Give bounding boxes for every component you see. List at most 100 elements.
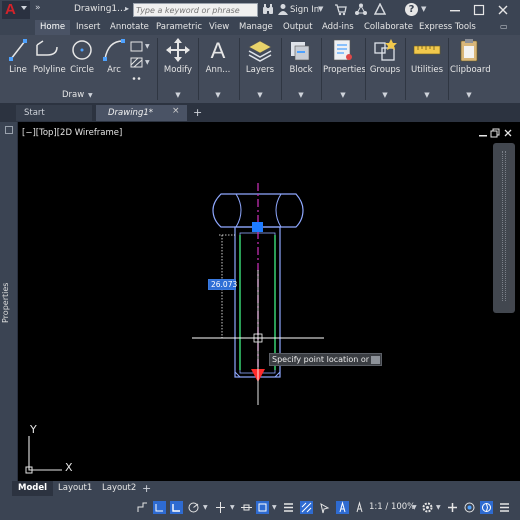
tab-layout1[interactable]: Layout1 — [52, 481, 98, 496]
help-icon[interactable]: ? — [405, 3, 418, 16]
viewport-controls-label[interactable]: [−][Top][2D Wireframe] — [22, 128, 122, 138]
binoculars-icon[interactable] — [262, 4, 274, 15]
chevron-down-icon[interactable]: ▼ — [436, 504, 441, 511]
tab-manage[interactable]: Manage — [234, 20, 278, 35]
dynamic-input-field[interactable]: 26.073 — [208, 279, 237, 290]
tab-model[interactable]: Model — [12, 481, 54, 496]
connect-icon[interactable] — [355, 3, 367, 16]
maximize-icon[interactable] — [472, 3, 486, 17]
lineweight-icon[interactable] — [282, 501, 295, 514]
snap-mode-icon[interactable] — [136, 501, 149, 514]
circle-icon — [72, 40, 92, 60]
tooltip-options-icon[interactable] — [371, 356, 380, 364]
annotation-scale-selector[interactable]: 1:1 / 100% — [369, 502, 415, 512]
text-icon: A — [211, 38, 226, 63]
nav-bar-grip[interactable] — [502, 151, 506, 301]
block-button[interactable]: Block ▼ — [283, 37, 319, 99]
title-expand-icon[interactable]: ▸ — [125, 4, 129, 13]
drawing-viewport[interactable] — [18, 122, 520, 481]
tab-collaborate[interactable]: Collaborate — [359, 20, 418, 35]
viewport-minimize-icon[interactable] — [478, 128, 488, 138]
tab-annotate[interactable]: Annotate — [105, 20, 154, 35]
isolate-objects-icon[interactable] — [463, 501, 476, 514]
measure-icon — [413, 45, 441, 55]
transparency-icon[interactable] — [300, 501, 313, 514]
autodesk-a360-icon[interactable] — [374, 3, 386, 16]
auto-scale-icon[interactable] — [353, 501, 366, 514]
modify-button[interactable]: Modify ▼ — [160, 37, 196, 99]
arc-tool-button[interactable]: Arc — [102, 37, 126, 75]
file-tab-start[interactable]: Start — [16, 105, 92, 121]
object-snap-tracking-icon[interactable] — [240, 501, 253, 514]
hardware-acceleration-icon[interactable] — [480, 501, 493, 514]
ribbon-minimize-icon[interactable]: ▭ — [500, 22, 512, 33]
polar-tracking-icon[interactable] — [187, 501, 200, 514]
object-snap-icon[interactable] — [256, 501, 269, 514]
annotation-button[interactable]: A Ann... ▼ — [200, 37, 236, 99]
application-menu-button[interactable]: A — [2, 1, 30, 19]
draw-panel-label[interactable]: Draw — [62, 90, 84, 100]
customization-icon[interactable] — [498, 501, 511, 514]
chevron-down-icon[interactable]: ▼ — [145, 59, 150, 66]
chevron-down-icon[interactable]: ▼ — [230, 504, 235, 511]
arc-icon — [103, 39, 125, 61]
clipboard-button[interactable]: Clipboard ▼ — [450, 37, 491, 99]
tab-add-ins[interactable]: Add-ins — [317, 20, 359, 35]
user-icon[interactable] — [278, 3, 288, 15]
palette-settings-icon[interactable] — [5, 126, 13, 134]
ortho-mode-icon[interactable] — [170, 501, 183, 514]
polyline-tool-button[interactable]: Polyline — [33, 37, 66, 75]
chevron-down-icon: ▼ — [424, 91, 430, 99]
groups-button[interactable]: Groups ▼ — [367, 37, 403, 99]
chevron-down-icon[interactable]: ▼ — [88, 92, 93, 99]
tab-view[interactable]: View — [204, 20, 234, 35]
tab-layout2[interactable]: Layout2 — [96, 481, 142, 496]
tab-parametric[interactable]: Parametric — [151, 20, 207, 35]
chevron-down-icon[interactable]: ▼ — [145, 43, 150, 50]
chevron-down-icon[interactable]: ▼ — [318, 5, 323, 13]
viewport-close-icon[interactable] — [503, 128, 513, 138]
rectangle-icon[interactable] — [130, 41, 143, 52]
quick-access-expand-icon[interactable]: » — [35, 3, 41, 13]
tab-express-tools[interactable]: Express Tools — [414, 20, 481, 35]
annotation-visibility-icon[interactable] — [336, 501, 349, 514]
add-icon[interactable] — [446, 501, 459, 514]
chevron-down-icon — [21, 6, 27, 10]
selection-cycling-icon[interactable] — [318, 501, 331, 514]
panel-divider — [281, 38, 282, 100]
properties-palette-label[interactable]: Properties — [1, 283, 17, 323]
new-tab-button[interactable]: + — [193, 106, 202, 119]
close-icon[interactable] — [496, 3, 510, 17]
utilities-button[interactable]: Utilities ▼ — [408, 37, 446, 99]
new-layout-button[interactable]: + — [142, 481, 151, 496]
chevron-down-icon[interactable]: ▼ — [272, 504, 277, 511]
line-tool-button[interactable]: Line — [6, 37, 30, 75]
properties-button[interactable]: Properties ▼ — [323, 37, 366, 99]
dynamic-input-value[interactable]: 26.073 — [209, 280, 237, 289]
layers-button[interactable]: Layers ▼ — [241, 37, 279, 99]
gear-icon[interactable] — [421, 501, 434, 514]
ribbon-tab-bar: Home Insert Annotate Parametric View Man… — [0, 20, 520, 35]
circle-tool-button[interactable]: Circle — [70, 37, 94, 75]
sign-in-button[interactable]: Sign In — [290, 5, 319, 15]
line-label: Line — [9, 65, 27, 75]
search-input[interactable] — [134, 4, 257, 16]
isodraft-icon[interactable] — [214, 501, 227, 514]
minimize-icon[interactable] — [448, 3, 462, 17]
tab-output[interactable]: Output — [278, 20, 318, 35]
hatch-icon[interactable] — [130, 57, 143, 68]
viewport-restore-icon[interactable] — [490, 128, 500, 138]
close-icon[interactable]: × — [172, 106, 180, 116]
chevron-down-icon[interactable]: ▼ — [412, 504, 417, 511]
search-box[interactable] — [133, 3, 258, 17]
navigation-bar[interactable] — [493, 143, 515, 313]
tab-insert[interactable]: Insert — [71, 20, 105, 35]
chevron-down-icon[interactable]: ▼ — [203, 504, 208, 511]
title-bar: A » Drawing1... ▸ Sign In ▼ ? ▼ — [0, 0, 520, 20]
chevron-down-icon[interactable]: ▼ — [421, 5, 426, 13]
move-icon — [166, 38, 190, 62]
infer-constraints-icon[interactable] — [153, 501, 166, 514]
tab-home[interactable]: Home — [35, 20, 71, 35]
boundary-icon[interactable] — [130, 73, 143, 84]
shopping-cart-icon[interactable] — [334, 3, 347, 16]
